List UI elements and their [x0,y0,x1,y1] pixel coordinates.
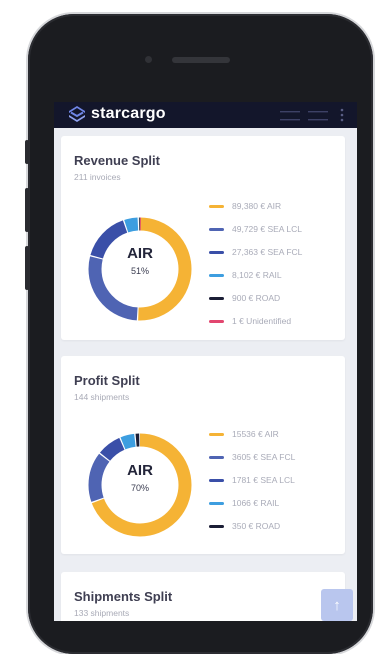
legend-swatch [209,228,224,231]
card-subtitle: 133 shipments [74,608,130,618]
revenue-split-card: Revenue Split 211 invoices AIR 51% 89,38… [61,136,345,340]
legend-swatch [209,525,224,528]
legend-label: 49,729 € SEA LCL [232,224,302,234]
legend-swatch [209,502,224,505]
card-title: Shipments Split [74,589,173,604]
legend-swatch [209,320,224,323]
legend-swatch [209,297,224,300]
legend-label: 3605 € SEA FCL [232,452,296,462]
menu-icon[interactable] [280,110,300,122]
legend-label: 27,363 € SEA FCL [232,247,303,257]
legend-label: 1781 € SEA LCL [232,475,295,485]
phone-side-button [25,246,29,290]
legend-swatch [209,433,224,436]
shipments-split-card: Shipments Split 133 shipments [61,572,345,621]
arrow-up-icon: ↑ [333,596,341,614]
legend-label: 1 € Unidentified [232,316,292,326]
legend-swatch [209,456,224,459]
starcargo-logo-icon [69,106,85,122]
more-vertical-icon[interactable] [340,108,344,122]
card-subtitle: 211 invoices [74,172,121,182]
legend-label: 900 € ROAD [232,293,281,303]
legend-label: 89,380 € AIR [232,201,282,211]
phone-side-button [25,188,29,232]
card-title: Revenue Split [74,153,160,168]
donut-center-label: AIR [127,462,153,479]
legend-swatch [209,479,224,482]
menu-icon[interactable] [308,110,328,122]
donut-center-label: AIR [127,245,153,262]
card-title: Profit Split [74,373,140,388]
front-camera [145,56,152,63]
legend-label: 8,102 € RAIL [232,270,282,280]
phone-side-button [25,140,29,164]
app-screen: starcargo Revenue Split 211 invoices AIR… [54,102,357,621]
earpiece-speaker [172,57,230,63]
legend-label: 350 € ROAD [232,521,281,531]
legend-swatch [209,205,224,208]
legend-label: 15536 € AIR [232,429,279,439]
legend-swatch [209,274,224,277]
scroll-to-top-button[interactable]: ↑ [321,589,353,621]
card-subtitle: 144 shipments [74,392,130,402]
donut-center-value: 51% [130,266,149,276]
legend-label: 1066 € RAIL [232,498,280,508]
brand-name: starcargo [91,105,166,122]
donut-center-value: 70% [130,483,149,493]
app-header: starcargo [54,102,357,128]
legend-swatch [209,251,224,254]
profit-split-card: Profit Split 144 shipments AIR 70% 15536… [61,356,345,554]
